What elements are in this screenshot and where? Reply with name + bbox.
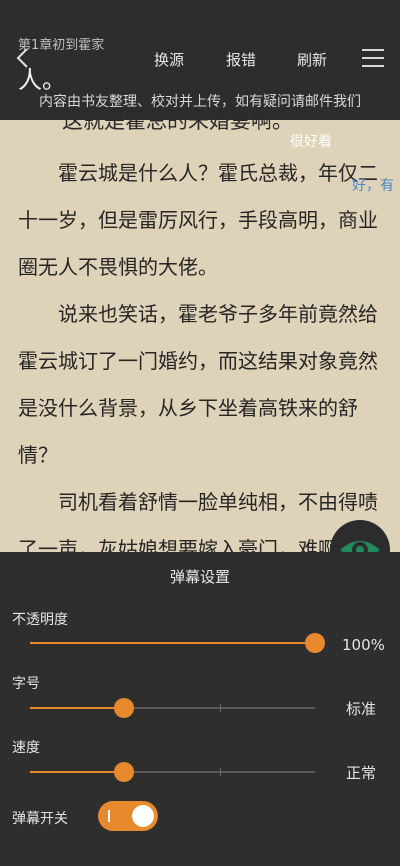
font-size-slider-fill xyxy=(30,707,125,709)
chapter-title: 第1章初到霍家 xyxy=(18,38,105,53)
danmaku-comment: 好，有 xyxy=(352,178,394,194)
toggle-knob xyxy=(132,805,154,827)
reader-first-line: 这就是霍总的未婚妻啊。 xyxy=(62,109,293,133)
danmaku-toggle[interactable] xyxy=(98,801,158,831)
font-size-slider-thumb[interactable] xyxy=(114,698,135,718)
paragraph: 霍云城是什么人？霍氏总裁，年仅二十一岁，但是雷厉风行，手段高明，商业圈无人不畏惧… xyxy=(18,161,378,279)
speed-label: 速度 xyxy=(12,740,40,756)
change-source-button[interactable]: 换源 xyxy=(154,49,184,70)
speed-value: 正常 xyxy=(346,764,377,782)
panel-title: 弹幕设置 xyxy=(169,568,230,586)
danmaku-toggle-label: 弹幕开关 xyxy=(12,811,68,827)
opacity-value: 100% xyxy=(342,636,385,654)
opacity-label: 不透明度 xyxy=(12,612,68,628)
font-size-value: 标准 xyxy=(346,700,377,718)
menu-button[interactable] xyxy=(362,49,384,67)
reader-content: 霍云城是什么人？霍氏总裁，年仅二十一岁，但是雷厉风行，手段高明，商业圈无人不畏惧… xyxy=(18,150,384,573)
slider-tick xyxy=(220,768,221,776)
opacity-slider[interactable] xyxy=(30,633,325,653)
font-size-label: 字号 xyxy=(12,676,40,692)
danmaku-comment: 很好看 xyxy=(290,134,332,150)
opacity-slider-fill xyxy=(30,642,315,644)
font-size-slider[interactable] xyxy=(30,698,315,718)
partial-text-line: 人。 xyxy=(18,66,66,94)
toggle-on-mark xyxy=(108,810,110,822)
opacity-slider-thumb[interactable] xyxy=(305,633,325,653)
hamburger-icon xyxy=(362,49,384,67)
report-error-button[interactable]: 报错 xyxy=(226,49,256,70)
slider-tick xyxy=(220,704,221,712)
refresh-button[interactable]: 刷新 xyxy=(297,49,327,70)
speed-slider[interactable] xyxy=(30,762,315,782)
speed-slider-fill xyxy=(30,771,125,773)
danmaku-settings-panel: 弹幕设置 不透明度 100% 字号 标准 速度 正常 弹幕开关 xyxy=(0,552,400,866)
paragraph: 说来也笑话，霍老爷子多年前竟然给霍云城订了一门婚约，而这结果对象竟然是没什么背景… xyxy=(18,302,378,467)
speed-slider-thumb[interactable] xyxy=(114,762,135,782)
